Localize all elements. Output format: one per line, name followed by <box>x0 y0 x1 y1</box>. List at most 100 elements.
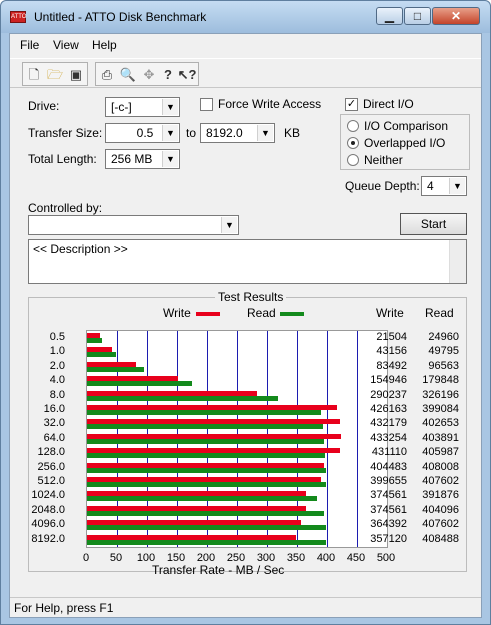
kb-label: KB <box>284 126 301 140</box>
write-value: 357120 <box>370 532 407 545</box>
read-bar <box>87 453 325 459</box>
row-label: 64.0 <box>43 431 65 444</box>
start-button[interactable]: Start <box>400 213 467 235</box>
status-text: For Help, press F1 <box>14 601 114 615</box>
chevron-down-icon[interactable]: ▼ <box>162 125 178 141</box>
force-write-label: Force Write Access <box>218 97 322 111</box>
row-label: 32.0 <box>43 417 65 430</box>
atto-app-icon: ATTO <box>10 11 26 23</box>
menu-bar: File View Help <box>10 34 481 56</box>
read-value: 407602 <box>422 475 459 487</box>
client-area: File View Help 🗋 🗁 ▣ ⎙ 🔍 ✥ ? ↖? Drive: [… <box>9 33 482 618</box>
write-value: 426163 <box>370 403 407 415</box>
x-tick-label: 450 <box>346 552 366 564</box>
save-disk-icon[interactable]: ▣ <box>66 65 86 84</box>
description-textarea[interactable]: << Description >> <box>28 239 467 284</box>
close-button[interactable]: ✕ <box>432 7 480 25</box>
x-tick-label: 350 <box>286 552 306 564</box>
menu-view[interactable]: View <box>53 38 79 52</box>
print-preview-icon[interactable]: 🔍 <box>118 65 138 84</box>
transfer-from-select[interactable]: 0.5 ▼ <box>105 123 180 143</box>
chevron-down-icon[interactable]: ▼ <box>449 178 465 194</box>
legend-read-label: Read <box>247 306 276 320</box>
x-tick-label: 500 <box>376 552 396 564</box>
read-value: 96563 <box>428 359 459 372</box>
direct-io-checkbox[interactable]: ✓ <box>345 98 358 111</box>
transfer-to-value: 8192.0 <box>206 126 243 140</box>
write-value: 83492 <box>376 359 407 372</box>
controlled-by-select[interactable]: ▼ <box>28 215 239 235</box>
help-icon[interactable]: ? <box>158 65 178 84</box>
print-icon[interactable]: ⎙ <box>97 65 117 84</box>
window-title: Untitled - ATTO Disk Benchmark <box>34 10 207 24</box>
write-value: 290237 <box>370 388 407 401</box>
neither-radio[interactable] <box>347 154 359 166</box>
write-value: 433254 <box>370 431 407 444</box>
chart-gridline <box>327 331 328 547</box>
read-bar <box>87 496 317 502</box>
read-value: 24960 <box>428 331 459 343</box>
toolbar-file-group: 🗋 🗁 ▣ <box>22 62 88 86</box>
legend-read-swatch <box>280 312 304 316</box>
open-folder-icon[interactable]: 🗁 <box>45 65 65 84</box>
direct-io-label: Direct I/O <box>363 97 414 111</box>
toolbar-tools-group: ⎙ 🔍 ✥ ? ↖? <box>95 62 199 86</box>
menu-file[interactable]: File <box>20 38 39 52</box>
write-value: 399655 <box>370 475 407 487</box>
legend-write-label: Write <box>163 306 191 320</box>
x-tick-label: 50 <box>109 552 123 564</box>
io-comparison-label: I/O Comparison <box>364 119 449 133</box>
menu-help[interactable]: Help <box>92 38 117 52</box>
row-label: 128.0 <box>37 446 65 459</box>
read-bar <box>87 539 327 545</box>
row-label: 1.0 <box>49 345 65 358</box>
test-results-group: Test Results Write Read Write Read 0.5 1.… <box>28 290 467 577</box>
write-value: 21504 <box>376 331 407 343</box>
chevron-down-icon[interactable]: ▼ <box>162 151 178 167</box>
read-bar <box>87 482 326 487</box>
read-value: 408008 <box>422 460 459 473</box>
queue-depth-select[interactable]: 4 ▼ <box>421 176 467 196</box>
io-comparison-radio[interactable] <box>347 120 359 132</box>
minimize-button[interactable]: ▁ <box>376 7 403 25</box>
row-label: 0.5 <box>49 331 65 343</box>
read-value: 408488 <box>422 532 459 545</box>
write-value: 404483 <box>370 460 407 473</box>
move-icon[interactable]: ✥ <box>139 65 159 84</box>
force-write-checkbox[interactable] <box>200 98 213 111</box>
context-help-icon[interactable]: ↖? <box>177 65 197 84</box>
read-bar <box>87 424 323 430</box>
overlapped-io-label: Overlapped I/O <box>364 136 446 150</box>
row-label: 16.0 <box>43 403 65 415</box>
transfer-rate-chart <box>86 330 388 548</box>
read-value: 405987 <box>422 446 459 459</box>
maximize-button[interactable]: □ <box>404 7 431 25</box>
new-file-icon[interactable]: 🗋 <box>24 65 44 84</box>
chevron-down-icon[interactable]: ▼ <box>162 99 178 115</box>
row-label: 256.0 <box>37 460 65 473</box>
total-length-select[interactable]: 256 MB ▼ <box>105 149 180 169</box>
total-length-value: 256 MB <box>111 152 153 166</box>
chevron-down-icon[interactable]: ▼ <box>221 217 237 233</box>
chevron-down-icon[interactable]: ▼ <box>257 125 273 141</box>
controlled-by-label: Controlled by: <box>28 201 103 215</box>
description-scrollbar[interactable] <box>449 240 466 283</box>
x-axis-label: Transfer Rate - MB / Sec <box>152 563 285 577</box>
title-bar[interactable]: ATTO Untitled - ATTO Disk Benchmark ▁ □ … <box>1 1 490 33</box>
io-mode-group: I/O Comparison Overlapped I/O Neither <box>340 114 470 170</box>
legend-write-swatch <box>196 312 220 316</box>
read-bar <box>87 366 144 372</box>
write-value: 364392 <box>370 518 407 531</box>
drive-select[interactable]: [-c-] ▼ <box>105 97 180 117</box>
row-label: 4.0 <box>49 374 65 387</box>
read-value: 49795 <box>428 345 459 358</box>
chart-gridline <box>357 331 358 547</box>
drive-label: Drive: <box>28 99 60 113</box>
read-bar <box>87 467 327 473</box>
toolbar: 🗋 🗁 ▣ ⎙ 🔍 ✥ ? ↖? <box>10 58 481 88</box>
read-value: 391876 <box>422 489 459 502</box>
row-label: 4096.0 <box>31 518 65 531</box>
overlapped-io-radio[interactable] <box>347 137 359 149</box>
transfer-to-select[interactable]: 8192.0 ▼ <box>200 123 275 143</box>
write-column-header: Write <box>376 306 404 320</box>
